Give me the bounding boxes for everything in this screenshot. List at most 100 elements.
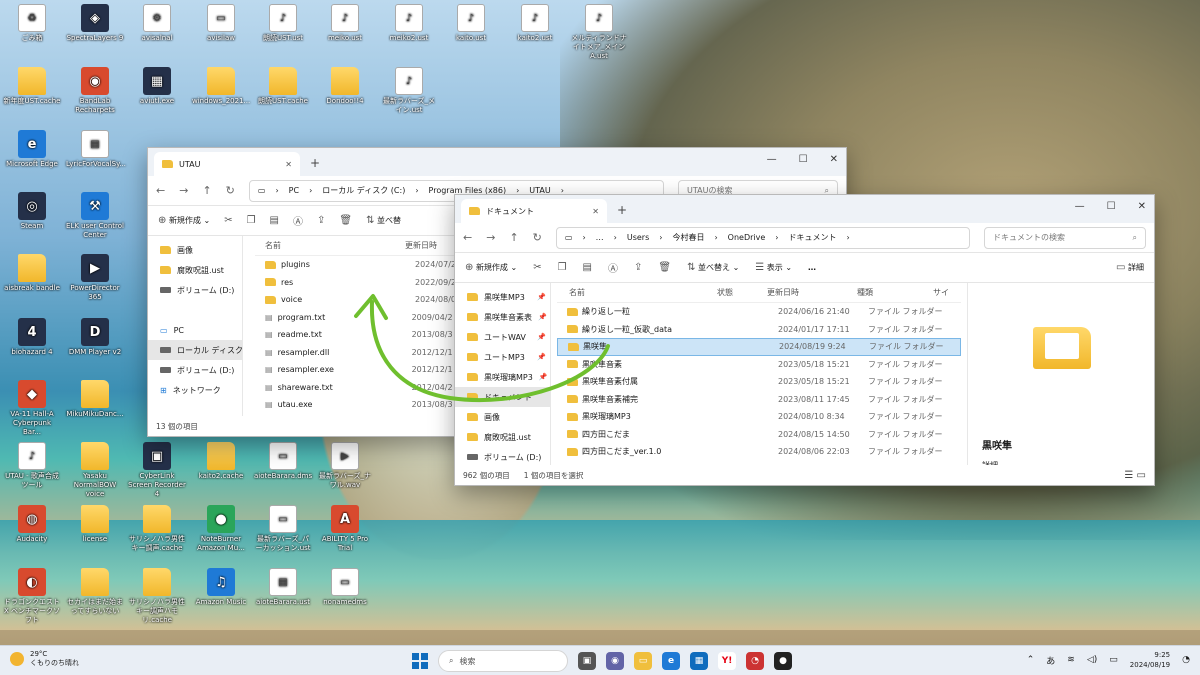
weather-widget[interactable]: 29°C くもりのち晴れ	[10, 650, 79, 668]
refresh-icon[interactable]: ↻	[226, 184, 235, 197]
desktop-icon[interactable]: ▶ 最新ラバーズ_ナワル.wav	[316, 442, 374, 490]
nav-item[interactable]: ローカル ディスク	[148, 340, 243, 360]
paste-icon[interactable]: ▤	[270, 215, 279, 226]
breadcrumb-item[interactable]: ドキュメント	[788, 232, 836, 243]
file-row[interactable]: 繰り返し一粒 2024/06/16 21:40 ファイル フォルダー	[557, 303, 961, 321]
desktop-icon[interactable]: ▤ aioteBarara.ust	[254, 568, 312, 607]
desktop-icon[interactable]: A ABILITY 5 Pro Trial	[316, 505, 374, 553]
explorer-window-documents[interactable]: ドキュメント ✕ + — ☐ ✕ ← → ↑ ↻ ▭ › … › Users ›…	[454, 194, 1155, 486]
desktop-icon[interactable]: ▣ CyberLink Screen Recorder 4	[128, 442, 186, 499]
yahoo-icon[interactable]: Y!	[718, 652, 736, 670]
volume-icon[interactable]: ◁)	[1087, 655, 1097, 665]
desktop-icon[interactable]: kaito2.cache	[192, 442, 250, 481]
forward-icon[interactable]: →	[486, 231, 495, 244]
nav-item[interactable]: 腐敗呪詛.ust	[455, 427, 550, 447]
desktop-icon[interactable]: ♪ 朗読UST.ust	[254, 4, 312, 43]
column-name[interactable]: 名前	[557, 287, 717, 298]
nav-item[interactable]: ⊞ ネットワーク	[148, 380, 242, 400]
maximize-icon[interactable]: ☐	[1107, 201, 1116, 212]
clock[interactable]: 9:25 2024/08/19	[1130, 650, 1170, 670]
nav-item[interactable]: ユートWAV 📌	[455, 327, 550, 347]
desktop-icon[interactable]: Yasaku NormalBOW voice	[66, 442, 124, 499]
desktop-icon[interactable]: ◍ Audacity	[3, 505, 61, 544]
desktop-icon[interactable]: license	[66, 505, 124, 544]
desktop-icon[interactable]: ▭ 最新ラバーズ_パーカッション.ust	[254, 505, 312, 553]
desktop-icon[interactable]: ▭ aioteBarara.dms	[254, 442, 312, 481]
ime-indicator[interactable]: あ	[1046, 654, 1055, 667]
nav-item[interactable]: ユートMP3 📌	[455, 347, 550, 367]
edge-icon[interactable]: e	[662, 652, 680, 670]
sort-button[interactable]: ⇅ 並べ替	[366, 215, 401, 226]
desktop-icon[interactable]: ▤ LyricForVocalSy...	[66, 130, 126, 169]
breadcrumb-item[interactable]: Users	[627, 233, 649, 242]
view-toggle-icons[interactable]: ☰ ▭	[1124, 470, 1146, 481]
tray-overflow-icon[interactable]: ⌃	[1027, 655, 1035, 665]
column-state[interactable]: 状態	[717, 287, 767, 298]
nav-item[interactable]: ボリューム (D:)	[148, 360, 242, 380]
desktop-icon[interactable]: 4 biohazard 4	[3, 318, 61, 357]
desktop-icon[interactable]: 新年度UST.cache	[3, 67, 61, 106]
desktop-icon[interactable]: ♪ kaito2.ust	[506, 4, 564, 43]
close-icon[interactable]: ✕	[1138, 201, 1146, 212]
rename-icon[interactable]: Ⓐ	[608, 260, 618, 275]
new-button[interactable]: ⊕ 新規作成 ⌄	[465, 262, 517, 273]
details-pane-button[interactable]: ▭ 詳細	[1116, 262, 1144, 273]
column-date[interactable]: 更新日時	[767, 287, 857, 298]
desktop-icon[interactable]: ⚙ avisalnal	[128, 4, 186, 43]
desktop-icon[interactable]: ◈ SpectraLayers 9	[66, 4, 124, 43]
close-tab-icon[interactable]: ✕	[285, 160, 292, 169]
desktop-icon[interactable]: ♪ UTAU - 歌声合成ツール	[3, 442, 61, 490]
forward-icon[interactable]: →	[179, 184, 188, 197]
desktop-icon[interactable]: MikuMikuDanc...	[66, 380, 124, 419]
file-row[interactable]: 黒咲隼音素補完 2023/08/11 17:45 ファイル フォルダー	[557, 391, 961, 409]
maximize-icon[interactable]: ☐	[799, 154, 808, 165]
store-icon[interactable]: ▦	[690, 652, 708, 670]
desktop-icon[interactable]: ▭ nonamedms	[316, 568, 374, 607]
view-button[interactable]: ☰ 表示 ⌄	[755, 262, 792, 273]
file-row[interactable]: 四方田こだま_ver.1.0 2024/08/06 22:03 ファイル フォルダー	[557, 443, 961, 461]
desktop-icon[interactable]: 朗読UST.cache	[254, 67, 312, 106]
nav-item[interactable]: 黒咲隼音素表 📌	[455, 307, 550, 327]
file-row[interactable]: 黒咲隼音素付属 2023/05/18 15:21 ファイル フォルダー	[557, 373, 961, 391]
desktop-icon[interactable]: ▭ avisilaw	[192, 4, 250, 43]
share-icon[interactable]: ⇪	[317, 215, 325, 226]
desktop-icon[interactable]: サリシノハラ男性キー調声.cache	[128, 505, 186, 553]
breadcrumb-item[interactable]: OneDrive	[728, 233, 766, 242]
column-type[interactable]: 種類	[857, 287, 933, 298]
file-row[interactable]: 繰り返し一粒_仮歌_data 2024/01/17 17:11 ファイル フォルダー	[557, 321, 961, 339]
app-icon[interactable]: ◔	[746, 652, 764, 670]
desktop-icon[interactable]: ♪ meiko2.ust	[380, 4, 438, 43]
nav-item[interactable]: 腐敗呪詛.ust	[148, 260, 242, 280]
desktop-icon[interactable]: セカイはまだ始まってすらいない	[66, 568, 124, 616]
rename-icon[interactable]: Ⓐ	[293, 213, 303, 228]
paste-icon[interactable]: ▤	[583, 262, 592, 273]
desktop-icon[interactable]: ◐ ドラゴンクエストX ベンチマークソフト	[3, 568, 61, 625]
notification-icon[interactable]: ◔	[1182, 655, 1190, 665]
desktop-icon[interactable]: aisbreak bandle	[3, 254, 61, 293]
breadcrumb-item[interactable]: ローカル ディスク (C:)	[322, 185, 405, 196]
cut-icon[interactable]: ✂	[224, 215, 232, 226]
nav-item[interactable]: 画像	[148, 240, 242, 260]
nav-item[interactable]: 画像	[455, 407, 550, 427]
desktop-icon[interactable]: windows_2021...	[192, 67, 250, 106]
sort-button[interactable]: ⇅ 並べ替え ⌄	[687, 262, 739, 273]
breadcrumb-item[interactable]: 今村春日	[672, 232, 704, 243]
breadcrumb[interactable]: ▭ › … › Users › 今村春日 › OneDrive › ドキュメント…	[555, 226, 970, 249]
nav-item[interactable]: ▭ PC	[148, 320, 242, 340]
file-row[interactable]: 黒咲隼 2024/08/19 9:24 ファイル フォルダー	[557, 338, 961, 356]
desktop-icon[interactable]: ◉ BandLab Recharpets	[66, 67, 124, 115]
taskbar-search[interactable]: ⌕ 検索	[438, 650, 568, 672]
teams-icon[interactable]: ◉	[606, 652, 624, 670]
share-icon[interactable]: ⇪	[634, 262, 642, 273]
nav-item[interactable]: ドキュメント	[455, 387, 550, 407]
refresh-icon[interactable]: ↻	[533, 231, 542, 244]
minimize-icon[interactable]: —	[767, 154, 777, 165]
desktop-icon[interactable]: ◎ Steam	[3, 192, 61, 231]
file-explorer-icon[interactable]: ▭	[634, 652, 652, 670]
nav-item[interactable]: ボリューム (D:)	[455, 447, 550, 467]
desktop-icon[interactable]: Dondoo!!4	[316, 67, 374, 106]
close-tab-icon[interactable]: ✕	[592, 207, 599, 216]
desktop-icon[interactable]: ♪ meiko.ust	[316, 4, 374, 43]
breadcrumb-item[interactable]: …	[596, 233, 604, 242]
desktop-icon[interactable]: サリシノハラ男性キー調声ハモリ.cache	[128, 568, 186, 625]
